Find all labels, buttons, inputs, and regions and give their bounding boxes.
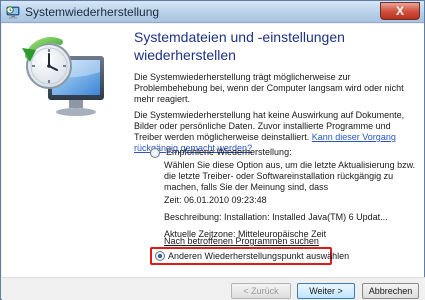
restore-clock-monitor-icon <box>22 37 104 116</box>
close-button[interactable]: X <box>380 2 420 20</box>
main-content: Systemdateien und -einstellungen wiederh… <box>122 24 424 277</box>
scan-affected-programs-link[interactable]: Nach betroffenen Programmen suchen <box>164 236 422 247</box>
recommended-restore-radio[interactable] <box>150 148 160 158</box>
choose-other-restore-point-radio[interactable] <box>155 251 165 261</box>
title-bar[interactable]: Systemwiederherstellung X <box>1 1 424 23</box>
recommended-restore-label[interactable]: Empfohlene Wiederherstellung: <box>166 147 292 157</box>
intro-text: Die Systemwiederherstellung trägt möglic… <box>134 72 404 104</box>
system-restore-icon <box>6 6 20 19</box>
back-button[interactable]: < Zurück <box>231 283 291 299</box>
window-title: Systemwiederherstellung <box>25 5 160 19</box>
choose-other-restore-point-label[interactable]: Anderen Wiederherstellungspunkt auswähle… <box>168 251 349 261</box>
recommended-restore-description: Wählen Sie diese Option aus, um die letz… <box>164 160 416 192</box>
page-heading: Systemdateien und -einstellungen wiederh… <box>134 29 345 63</box>
restore-point-description: Beschreibung: Installation: Installed Ja… <box>164 212 388 222</box>
cancel-button[interactable]: Abbrechen <box>362 283 419 299</box>
restore-point-time: Zeit: 06.01.2010 09:23:48 <box>164 195 267 205</box>
system-restore-window: Systemwiederherstellung X Systemdateien … <box>0 0 425 300</box>
sidebar-illustration-panel <box>2 24 122 277</box>
next-button[interactable]: Weiter > <box>297 283 355 299</box>
